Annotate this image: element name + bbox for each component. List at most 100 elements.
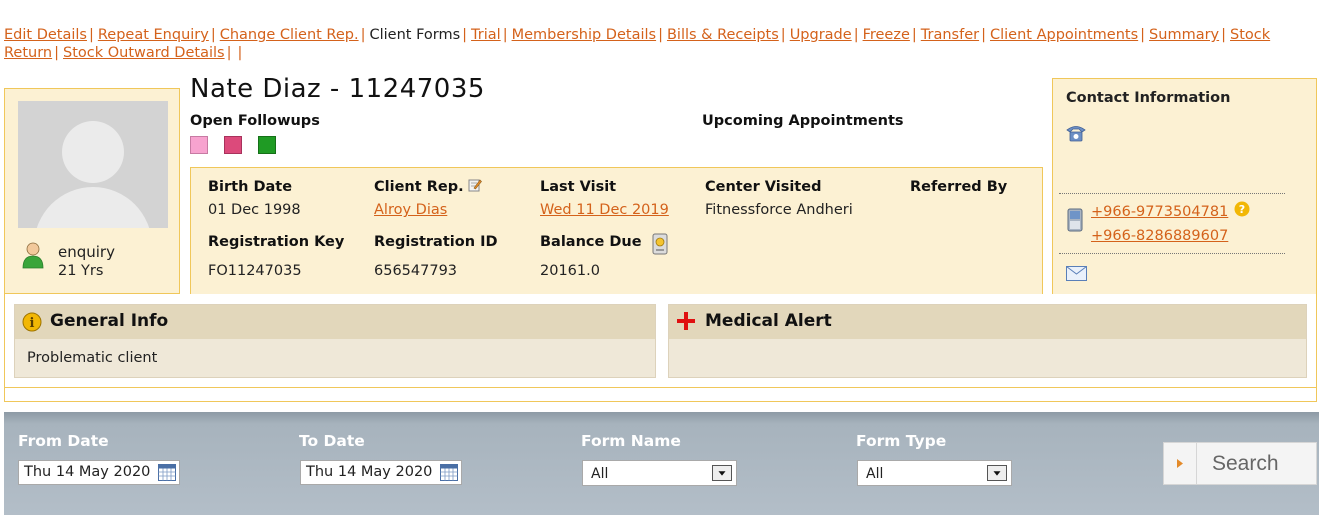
medical-cross-icon [677,312,695,330]
nav-separator: | [360,27,366,43]
nav-transfer[interactable]: Transfer [921,27,979,43]
registration-id-value: 656547793 [374,263,458,279]
nav-separator: | [911,27,917,43]
referred-by-label: Referred By [910,179,1008,195]
form-type-select[interactable]: All [857,460,1012,486]
nav-separator: | [54,45,60,61]
search-button[interactable]: Search [1163,442,1317,485]
to-date-input[interactable]: Thu 14 May 2020 [300,460,462,485]
nav-client-appointments[interactable]: Client Appointments [990,27,1138,43]
medical-alert-panel: Medical Alert [668,304,1307,378]
nav-separator: | [658,27,663,43]
mobile-phone-icon[interactable] [1067,208,1083,232]
nav-edit-details[interactable]: Edit Details [4,27,87,43]
client-name-id: Nate Diaz - 11247035 [190,74,485,104]
nav-separator: | [462,27,468,43]
nav-separator: | [237,45,243,61]
from-date-value: Thu 14 May 2020 [24,464,151,480]
contact-divider [1059,253,1285,254]
svg-text:?: ? [1239,203,1245,216]
general-info-title: General Info [50,311,169,331]
form-name-selected: All [591,466,609,482]
registration-key-label: Registration Key [208,234,345,250]
client-nav: Edit Details | Repeat Enquiry | Change Clien… [4,26,1316,62]
medical-alert-header: Medical Alert [669,305,1306,339]
search-button-label: Search [1212,452,1279,475]
form-type-label: Form Type [856,432,947,450]
nav-summary[interactable]: Summary [1149,27,1219,43]
nav-separator: | [780,27,786,43]
nav-trial[interactable]: Trial [471,27,501,43]
svg-text:i: i [30,316,35,331]
general-info-header: i General Info [15,305,655,339]
nav-stock-outward-details[interactable]: Stock Outward Details [63,45,225,61]
nav-separator: | [210,27,216,43]
nav-separator: | [1140,27,1146,43]
nav-separator: | [1221,27,1227,43]
medical-alert-title: Medical Alert [705,311,832,331]
center-visited-label: Center Visited [705,179,822,195]
nav-separator: | [981,27,986,43]
info-icon: i [22,312,42,332]
from-date-input[interactable]: Thu 14 May 2020 [18,460,180,485]
nav-separator: | [853,27,859,43]
client-rep-link[interactable]: Alroy Dias [374,202,447,218]
followup-square-green[interactable] [258,136,276,154]
nav-membership-details[interactable]: Membership Details [512,27,657,43]
followup-square-pink[interactable] [190,136,208,154]
birth-date-value: 01 Dec 1998 [208,202,301,218]
last-visit-link[interactable]: Wed 11 Dec 2019 [540,202,669,218]
client-stage: enquiry [58,243,115,261]
nav-change-client-rep[interactable]: Change Client Rep. [220,27,359,43]
phone-1-link[interactable]: +966-9773504781 [1091,204,1228,220]
telephone-icon[interactable] [1065,124,1087,142]
to-date-value: Thu 14 May 2020 [306,464,433,480]
phone-2-link[interactable]: +966-8286889607 [1091,228,1228,244]
edit-icon[interactable] [468,178,482,192]
to-date-label: To Date [299,432,365,450]
nav-repeat-enquiry[interactable]: Repeat Enquiry [98,27,209,43]
nav-upgrade[interactable]: Upgrade [790,27,852,43]
from-date-label: From Date [18,432,109,450]
form-name-select[interactable]: All [582,460,737,486]
birth-date-label: Birth Date [208,179,293,195]
registration-id-label: Registration ID [374,234,498,250]
balance-due-value: 20161.0 [540,263,600,279]
client-age: 21 Yrs [58,263,104,279]
last-visit-label: Last Visit [540,179,617,195]
nav-client-forms-current: Client Forms [369,27,461,43]
contact-info-card: Contact Information +966-9773504781 ? +9… [1052,78,1317,295]
help-icon[interactable]: ? [1234,201,1250,217]
form-type-selected: All [866,466,884,482]
card-bottom-border [4,388,1317,402]
general-info-text: Problematic client [27,350,158,366]
client-rep-label: Client Rep. [374,179,464,195]
balance-due-label: Balance Due [540,234,642,250]
user-icon [22,242,44,269]
registration-key-value: FO11247035 [208,263,302,279]
open-followups-label: Open Followups [190,113,320,129]
calendar-icon[interactable] [158,464,176,481]
general-info-panel: i General Info Problematic client [14,304,656,378]
play-arrow-icon [1177,459,1183,468]
avatar-head-shape [62,121,124,183]
contact-info-title: Contact Information [1066,90,1231,106]
balance-calculator-icon[interactable] [652,233,668,255]
center-visited-value: Fitnessforce Andheri [705,202,853,218]
upcoming-appointments-label: Upcoming Appointments [702,113,904,129]
email-icon[interactable] [1066,266,1087,281]
nav-bills-receipts[interactable]: Bills & Receipts [667,27,779,43]
followup-square-magenta[interactable] [224,136,242,154]
form-name-label: Form Name [581,432,681,450]
profile-card: enquiry 21 Yrs [4,88,180,294]
chevron-down-icon[interactable] [987,465,1007,481]
chevron-down-icon[interactable] [712,465,732,481]
profile-photo-placeholder[interactable] [18,101,168,228]
nav-separator: | [88,27,94,43]
contact-divider [1059,193,1285,194]
nav-separator: | [502,27,508,43]
search-arrow-box [1164,443,1197,484]
calendar-icon[interactable] [440,464,458,481]
filter-bar: From Date Thu 14 May 2020 To Date Thu 14… [4,412,1319,515]
nav-freeze[interactable]: Freeze [863,27,910,43]
